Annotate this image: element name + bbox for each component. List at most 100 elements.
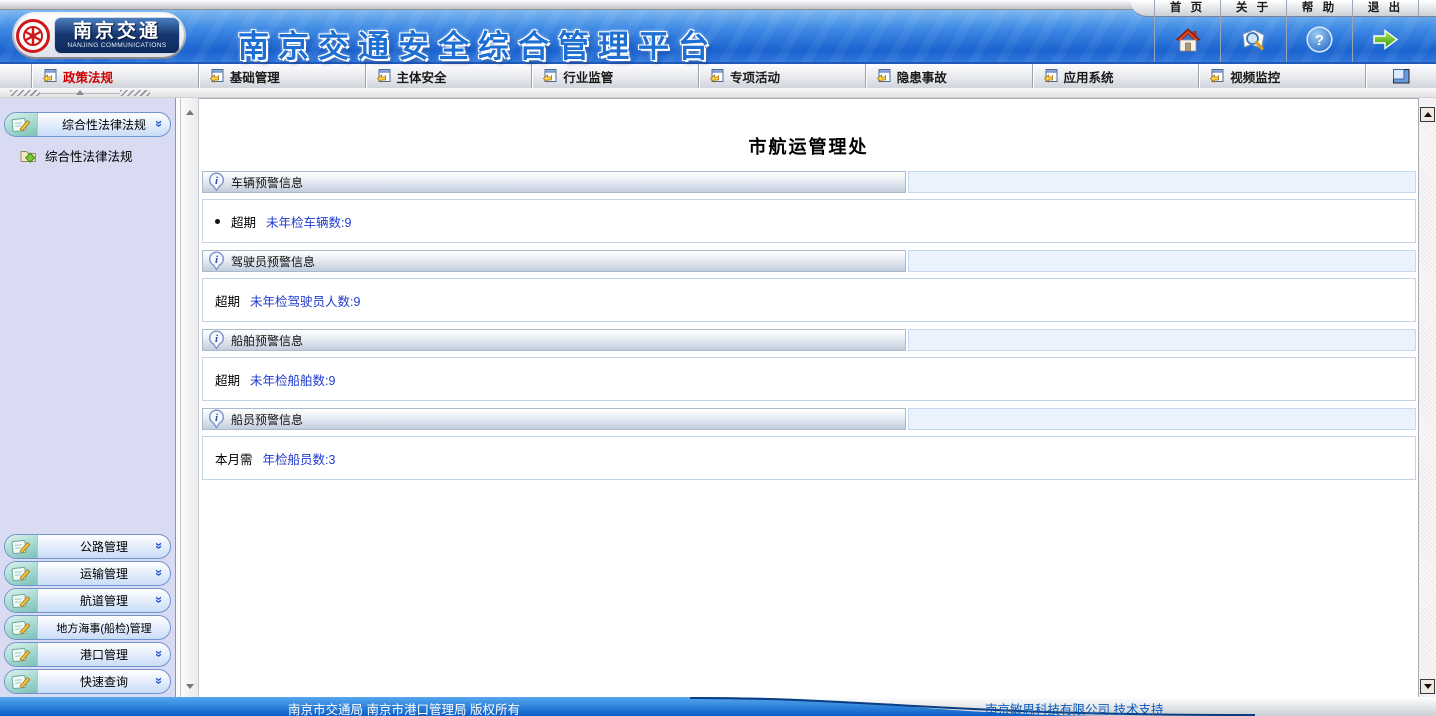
nav-tab-label: 应用系统 [1064,67,1114,86]
nav-tab-1[interactable]: 政策法规 [32,64,199,88]
content-left-scrollbar[interactable] [181,98,199,697]
sidebar-group-label: 运输管理 [38,565,170,582]
nav-tab-3[interactable]: 主体安全 [366,64,533,88]
warning-count-link[interactable]: 未年检驾驶员人数:9 [250,291,360,310]
sidebar-group-2[interactable]: 运输管理 » [4,561,171,586]
warning-row: 超期 未年检车辆数:9 [202,199,1416,243]
sidebar: 综合性法律法规 » 综合性法律法规 公路管理 » [0,98,176,697]
warning-section-2: i 驾驶员预警信息 超期 未年检驾驶员人数:9 [202,250,1416,322]
sidebar-group-label: 快速查询 [38,673,170,690]
nav-window-cell[interactable] [1366,64,1436,88]
main-area: 综合性法律法规 » 综合性法律法规 公路管理 » [0,98,1436,697]
nav-tab-label: 基础管理 [230,67,280,86]
splitter-hatch-left [10,90,40,96]
sidebar-item-comprehensive-laws[interactable]: 综合性法律法规 [20,146,175,165]
sidebar-group-5[interactable]: 港口管理 » [4,642,171,667]
document-tab-icon [42,69,57,83]
warning-count-link[interactable]: 未年检船舶数:9 [250,370,335,389]
logo-title: 南京交通 [73,22,161,42]
quick-menu-exit[interactable]: 退 出 [1352,0,1418,62]
nav-tab-7[interactable]: 应用系统 [1033,64,1200,88]
scrollbar-up-button[interactable] [1420,107,1435,122]
sidebar-group-1[interactable]: 公路管理 » [4,534,171,559]
nav-tab-label: 政策法规 [63,67,113,86]
page-title: 市航运管理处 [199,133,1418,159]
footer-tech-support: 南京敏思科技有限公司 技术支持 [985,699,1163,716]
notepad-pencil-icon [11,565,31,583]
section-title: 船员预警信息 [231,411,303,428]
sidebar-item-label: 综合性法律法规 [45,146,133,165]
main-vertical-scrollbar[interactable] [1419,98,1436,697]
quick-menu-curve [1130,0,1154,17]
document-tab-icon [1043,69,1058,83]
collapse-arrow-icon [76,90,84,95]
quick-menu-about[interactable]: 关 于 [1220,0,1286,62]
warning-count-link[interactable]: 年检船员数:3 [263,449,336,468]
chevron-down-icon: » [152,596,167,603]
sidebar-collapse-handle[interactable] [10,89,150,97]
sidebar-group-label: 综合性法律法规 [38,116,170,133]
section-title: 船舶预警信息 [231,332,303,349]
nav-tab-4[interactable]: 行业监管 [532,64,699,88]
nav-tab-8[interactable]: 视频监控 [1199,64,1366,88]
splitter-bar [0,88,1436,98]
notepad-pencil-icon [11,619,31,637]
chevron-down-icon: » [152,569,167,576]
section-title: 车辆预警信息 [231,174,303,191]
document-tab-icon [709,69,724,83]
sidebar-group-6[interactable]: 快速查询 » [4,669,171,694]
sidebar-group-3[interactable]: 航道管理 » [4,588,171,613]
sidebar-group-label: 地方海事(船检)管理 [38,620,170,636]
window-layout-icon [1393,69,1410,84]
help-icon: ? [1306,26,1333,53]
section-header: i 船员预警信息 [202,408,1416,430]
nanjing-communications-emblem-icon [14,17,52,55]
quick-menu-about-label[interactable]: 关 于 [1221,0,1286,17]
content-panel: 市航运管理处 i 车辆预警信息 超期 未年检车辆数:9 [199,98,1419,697]
chevron-down-icon: » [152,120,167,127]
notepad-pencil-icon [11,592,31,610]
nav-tab-2[interactable]: 基础管理 [199,64,366,88]
section-title: 驾驶员预警信息 [231,253,315,270]
scrollbar-down-button[interactable] [1420,679,1435,694]
section-header-right [908,329,1416,351]
section-header: i 车辆预警信息 [202,171,1416,193]
nav-spacer [0,64,32,88]
warning-prefix: 超期 [215,291,240,310]
sidebar-group-label: 航道管理 [38,592,170,609]
platform-title: 南京交通安全综合管理平台 [238,21,718,66]
warning-row: 超期 未年检船舶数:9 [202,357,1416,401]
info-balloon-icon: i [208,251,225,271]
quick-menu-help[interactable]: 帮 助 ? [1286,0,1352,62]
logo: 南京交通 NANJING COMMUNICATIONS [12,12,186,59]
notepad-pencil-icon [11,646,31,664]
section-header-right [908,250,1416,272]
quick-menu-home[interactable]: 首 页 [1154,0,1220,62]
warning-section-1: i 车辆预警信息 超期 未年检车辆数:9 [202,171,1416,243]
scroll-up-icon[interactable] [186,110,194,115]
quick-menu-exit-label[interactable]: 退 出 [1353,0,1418,17]
chevron-down-icon: » [152,677,167,684]
main-nav: 政策法规 基础管理 主体安全 行业监管 专项活动 [0,62,1436,88]
exit-icon [1371,27,1400,52]
sidebar-group-4[interactable]: 地方海事(船检)管理 » [4,615,171,640]
document-tab-icon [1209,69,1224,83]
warning-section-3: i 船舶预警信息 超期 未年检船舶数:9 [202,329,1416,401]
quick-menu-help-label[interactable]: 帮 助 [1287,0,1352,17]
nav-tab-5[interactable]: 专项活动 [699,64,866,88]
sidebar-bottom-groups: 公路管理 » 运输管理 » 航道管理 » [0,534,175,694]
sidebar-group-comprehensive-laws[interactable]: 综合性法律法规 » [4,112,171,137]
scroll-down-icon[interactable] [186,684,194,689]
warning-prefix: 本月需 [215,449,253,468]
folder-item-icon [20,149,37,163]
document-tab-icon [209,69,224,83]
scroll-up-icon [1424,112,1432,117]
chevron-down-icon: » [152,542,167,549]
warning-prefix: 超期 [231,212,256,231]
nav-tab-6[interactable]: 隐患事故 [866,64,1033,88]
logo-subtitle: NANJING COMMUNICATIONS [67,42,166,49]
quick-menu-home-label[interactable]: 首 页 [1155,0,1220,17]
nav-tab-label: 隐患事故 [897,67,947,86]
document-tab-icon [876,69,891,83]
warning-count-link[interactable]: 未年检车辆数:9 [266,212,351,231]
